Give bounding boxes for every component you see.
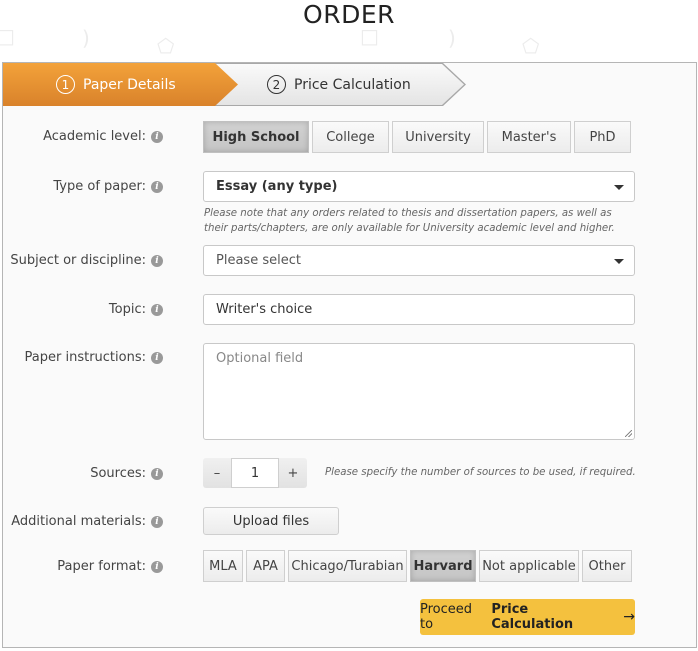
order-form-card: 1 Paper Details 2 Price Calculation Acad… <box>2 62 697 648</box>
academic-level-row: Academic level: i High School College Un… <box>3 121 696 153</box>
instructions-placeholder: Optional field <box>216 351 304 366</box>
subject-select[interactable]: Please select <box>203 245 635 276</box>
info-icon[interactable]: i <box>151 303 163 316</box>
additional-materials-row: Additional materials: i Upload files <box>3 507 696 535</box>
info-icon[interactable]: i <box>151 254 163 267</box>
additional-materials-label: Additional materials: <box>11 514 146 529</box>
page-title: ORDER <box>303 0 395 29</box>
subject-value: Please select <box>216 253 301 268</box>
background-arc-icon: ) <box>448 26 456 50</box>
sources-hint: Please specify the number of sources to … <box>325 467 636 478</box>
info-icon[interactable]: i <box>151 467 163 480</box>
paper-format-row: Paper format: i MLA APA Chicago/Turabian… <box>3 550 696 582</box>
info-icon[interactable]: i <box>151 351 163 364</box>
proceed-target: Price Calculation <box>491 602 574 632</box>
academic-level-options: High School College University Master's … <box>203 121 634 153</box>
info-icon[interactable]: i <box>151 560 163 573</box>
paper-format-not-applicable[interactable]: Not applicable <box>479 550 579 582</box>
type-of-paper-select[interactable]: Essay (any type) <box>203 171 635 202</box>
topic-row: Topic: i Writer's choice <box>3 294 696 325</box>
paper-format-harvard[interactable]: Harvard <box>410 550 476 582</box>
step-paper-details[interactable]: 1 Paper Details <box>3 63 238 106</box>
sources-row: Sources: i – 1 + Please specify the numb… <box>3 458 696 488</box>
academic-level-university[interactable]: University <box>392 121 484 153</box>
subject-label: Subject or discipline: <box>10 253 146 268</box>
proceed-prefix: Proceed to <box>420 602 473 632</box>
paper-format-options: MLA APA Chicago/Turabian Harvard Not app… <box>203 550 635 582</box>
background-pentagon-icon: ⬠ <box>157 34 175 58</box>
subject-row: Subject or discipline: i Please select <box>3 245 696 276</box>
sources-input[interactable]: 1 <box>231 458 279 488</box>
info-icon[interactable]: i <box>151 180 163 193</box>
type-of-paper-label: Type of paper: <box>53 179 146 194</box>
instructions-label: Paper instructions: <box>24 350 146 365</box>
arrow-right-icon: → <box>623 609 635 625</box>
academic-level-label: Academic level: <box>43 129 146 144</box>
background-pentagon-icon: ⬠ <box>522 34 540 58</box>
step-number: 2 <box>267 75 286 94</box>
step-progress: 1 Paper Details 2 Price Calculation <box>3 63 473 106</box>
step-label: Price Calculation <box>294 76 411 93</box>
paper-format-apa[interactable]: APA <box>246 550 285 582</box>
academic-level-high-school[interactable]: High School <box>203 121 309 153</box>
academic-level-masters[interactable]: Master's <box>487 121 571 153</box>
instructions-textarea[interactable]: Optional field <box>203 343 635 440</box>
info-icon[interactable]: i <box>151 515 163 528</box>
academic-level-phd[interactable]: PhD <box>574 121 631 153</box>
sources-label: Sources: <box>90 466 146 481</box>
paper-format-mla[interactable]: MLA <box>203 550 243 582</box>
type-of-paper-row: Type of paper: i Essay (any type) Please… <box>3 171 696 241</box>
caret-down-icon <box>614 259 624 264</box>
paper-format-chicago[interactable]: Chicago/Turabian <box>288 550 407 582</box>
paper-format-label: Paper format: <box>57 559 146 574</box>
topic-value: Writer's choice <box>216 302 313 317</box>
increment-button[interactable]: + <box>279 458 307 488</box>
caret-down-icon <box>614 185 624 190</box>
resize-handle-icon[interactable] <box>625 430 632 437</box>
type-of-paper-note: Please note that any orders related to t… <box>204 208 615 234</box>
decrement-button[interactable]: – <box>203 458 231 488</box>
step-label: Paper Details <box>83 76 176 93</box>
info-icon[interactable]: i <box>151 130 163 143</box>
type-of-paper-value: Essay (any type) <box>216 179 338 194</box>
background-arc-icon: ) <box>82 26 90 50</box>
upload-files-button[interactable]: Upload files <box>203 507 339 535</box>
paper-format-other[interactable]: Other <box>582 550 632 582</box>
topic-label: Topic: <box>108 302 146 317</box>
step-number: 1 <box>56 75 75 94</box>
instructions-row: Paper instructions: i Optional field <box>3 343 696 440</box>
academic-level-college[interactable]: College <box>312 121 389 153</box>
step-price-calculation[interactable]: 2 Price Calculation <box>213 63 466 106</box>
topic-input[interactable]: Writer's choice <box>203 294 635 325</box>
proceed-button[interactable]: Proceed to Price Calculation → <box>420 599 635 635</box>
sources-stepper: – 1 + <box>203 458 307 488</box>
